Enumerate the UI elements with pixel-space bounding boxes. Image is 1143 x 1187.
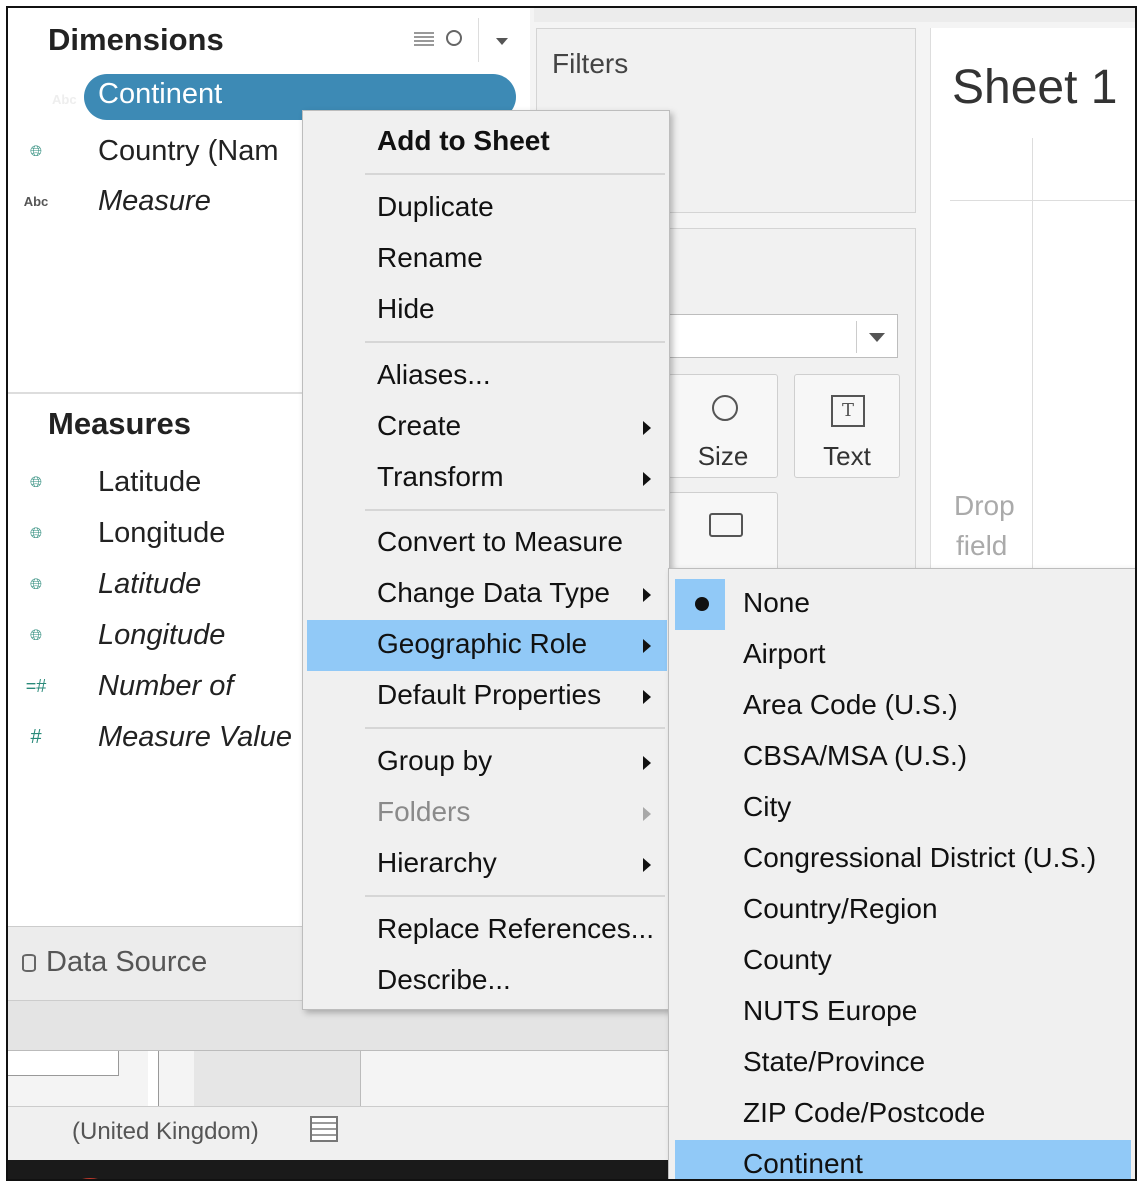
menu-separator — [365, 727, 665, 729]
geo-role-none[interactable]: None — [669, 579, 1135, 630]
chevron-down-icon — [869, 333, 885, 342]
menu-duplicate[interactable]: Duplicate — [303, 183, 669, 234]
measures-title: Measures — [48, 406, 192, 441]
field-longitude-generated[interactable]: 🌐︎ Longitude — [8, 612, 225, 658]
menu-aliases[interactable]: Aliases... — [303, 351, 669, 402]
field-number-of-records[interactable]: =# Number of — [8, 663, 234, 709]
geo-role-area-code[interactable]: Area Code (U.S.) — [669, 681, 1135, 732]
field-latitude-generated[interactable]: 🌐︎ Latitude — [8, 561, 201, 607]
globe-icon: 🌐︎ — [29, 626, 42, 644]
geo-role-airport[interactable]: Airport — [669, 630, 1135, 681]
data-source-label: Data Source — [46, 946, 208, 978]
abc-icon: Abc — [23, 193, 49, 209]
drop-field-hint-2: field — [956, 530, 1008, 561]
data-source-tab[interactable]: Data Source — [22, 946, 207, 979]
text-mark-button[interactable]: T Text — [794, 374, 900, 478]
abc-icon: Abc — [52, 92, 77, 107]
menu-separator — [365, 173, 665, 175]
geo-role-country-region[interactable]: Country/Region — [669, 885, 1135, 936]
row-divider — [950, 200, 1135, 201]
drop-field-hint-1: Drop — [954, 490, 1015, 521]
menu-folders: Folders — [303, 788, 669, 839]
menu-separator — [365, 509, 665, 511]
geo-role-continent[interactable]: Continent — [675, 1140, 1131, 1179]
calculated-number-icon: =# — [25, 675, 47, 696]
text-label: Text — [823, 441, 871, 471]
mark-type-dropdown[interactable] — [668, 314, 898, 358]
menu-hide[interactable]: Hide — [303, 285, 669, 336]
radio-bullet-icon — [695, 597, 709, 611]
database-icon — [22, 953, 36, 972]
view-options-icon[interactable] — [414, 32, 434, 48]
menu-hierarchy[interactable]: Hierarchy — [303, 839, 669, 890]
menu-rename[interactable]: Rename — [303, 234, 669, 285]
menu-separator — [365, 341, 665, 343]
globe-icon: 🌐︎ — [29, 142, 42, 160]
size-label: Size — [697, 441, 749, 471]
menu-group-by[interactable]: Group by — [303, 737, 669, 788]
vertical-separator — [478, 18, 479, 62]
chevron-right-icon — [643, 421, 651, 435]
taskbar — [8, 1160, 668, 1181]
menu-separator — [365, 895, 665, 897]
menu-add-to-sheet[interactable]: Add to Sheet — [303, 117, 669, 168]
search-icon[interactable] — [446, 30, 462, 46]
menu-change-data-type[interactable]: Change Data Type — [303, 569, 669, 620]
sheet-title: Sheet 1 — [952, 61, 1118, 114]
geo-role-zip-code[interactable]: ZIP Code/Postcode — [669, 1089, 1135, 1140]
filters-label: Filters — [552, 48, 629, 79]
menu-convert-to-measure[interactable]: Convert to Measure — [303, 518, 669, 569]
text-icon: T — [831, 395, 865, 427]
taskbar-app-icon[interactable] — [318, 1180, 362, 1181]
menu-describe[interactable]: Describe... — [303, 956, 669, 1007]
geo-role-cbsa-msa[interactable]: CBSA/MSA (U.S.) — [669, 732, 1135, 783]
menu-geographic-role[interactable]: Geographic Role — [307, 620, 667, 671]
chevron-right-icon — [643, 472, 651, 486]
field-context-menu: Add to Sheet Duplicate Rename Hide Alias… — [302, 110, 670, 1010]
chevron-right-icon — [643, 858, 651, 872]
top-strip — [534, 8, 1135, 22]
field-continent[interactable]: Continent — [98, 78, 222, 111]
globe-icon: 🌐︎ — [29, 575, 42, 593]
menu-replace-references[interactable]: Replace References... — [303, 905, 669, 956]
check-highlight — [675, 579, 725, 630]
chevron-down-icon[interactable] — [496, 38, 508, 45]
size-mark-button[interactable]: Size — [668, 374, 778, 478]
field-country[interactable]: 🌐︎ Country (Nam — [8, 128, 279, 174]
tooltip-icon — [709, 513, 743, 537]
geo-role-county[interactable]: County — [669, 936, 1135, 987]
menu-transform[interactable]: Transform — [303, 453, 669, 504]
chevron-right-icon — [643, 639, 651, 653]
field-measure-names[interactable]: Abc Measure — [8, 178, 211, 224]
menu-create[interactable]: Create — [303, 402, 669, 453]
menu-default-properties[interactable]: Default Properties — [303, 671, 669, 722]
tableau-window: Filters Size T Text Sheet 1 Drop field D… — [6, 6, 1137, 1181]
field-measure-values[interactable]: # Measure Value — [8, 714, 292, 760]
geo-role-state-province[interactable]: State/Province — [669, 1038, 1135, 1089]
geo-role-congressional-district[interactable]: Congressional District (U.S.) — [669, 834, 1135, 885]
chevron-right-icon — [643, 588, 651, 602]
number-icon: # — [30, 725, 42, 748]
chevron-right-icon — [643, 690, 651, 704]
geo-role-city[interactable]: City — [669, 783, 1135, 834]
chevron-right-icon — [643, 807, 651, 821]
geographic-role-submenu: None Airport Area Code (U.S.) CBSA/MSA (… — [668, 568, 1135, 1179]
chevron-right-icon — [643, 756, 651, 770]
field-longitude[interactable]: 🌐︎ Longitude — [8, 510, 225, 556]
field-latitude[interactable]: 🌐︎ Latitude — [8, 459, 201, 505]
tab-strip — [8, 1050, 668, 1107]
data-grid-icon[interactable] — [310, 1116, 338, 1142]
size-icon — [712, 395, 738, 421]
globe-icon: 🌐︎ — [29, 473, 42, 491]
dimensions-title: Dimensions — [48, 22, 224, 57]
taskbar-app-icon[interactable] — [68, 1178, 112, 1179]
globe-icon: 🌐︎ — [29, 524, 42, 542]
geo-role-nuts-europe[interactable]: NUTS Europe — [669, 987, 1135, 1038]
status-label: (United Kingdom) — [72, 1118, 259, 1145]
